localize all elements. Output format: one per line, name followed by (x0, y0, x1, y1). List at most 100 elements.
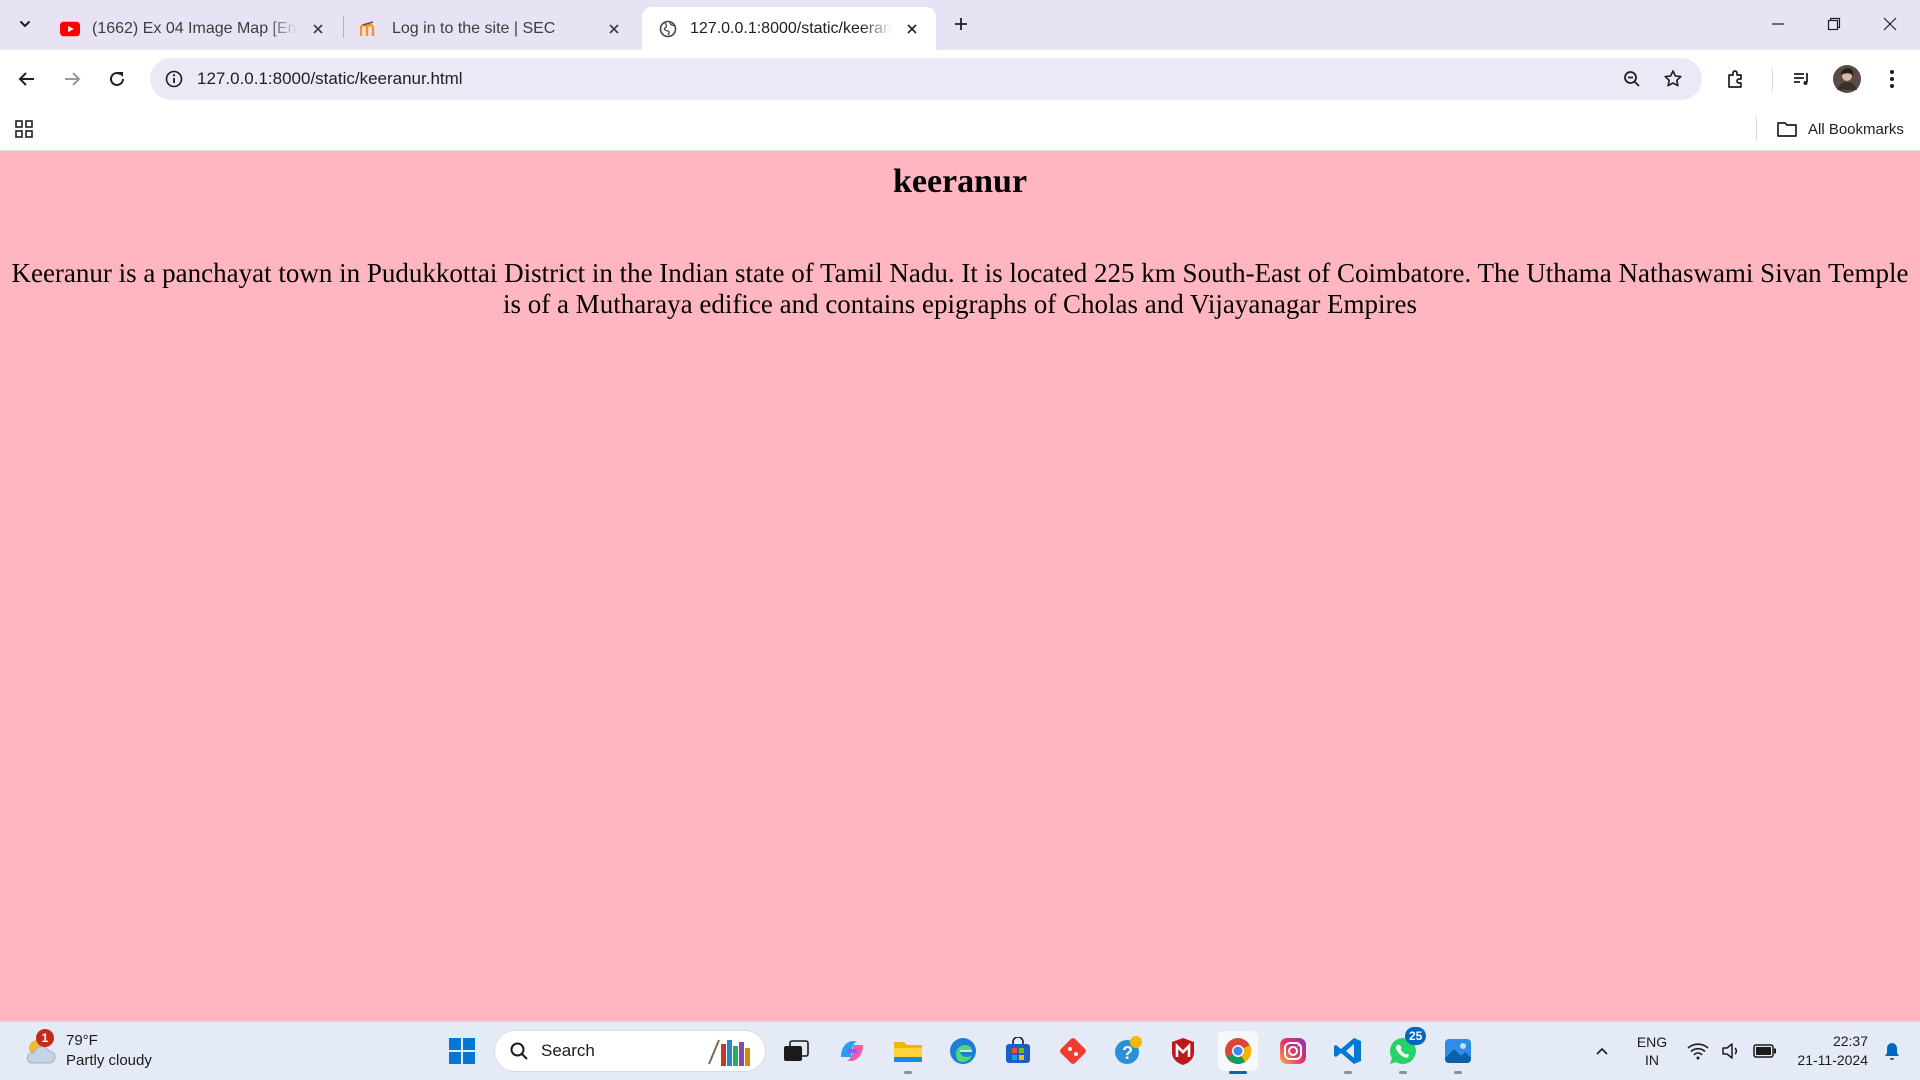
weather-widget[interactable]: 1 79°F Partly cloudy (22, 1028, 152, 1074)
speaker-icon (1722, 1043, 1738, 1059)
git-icon (1060, 1038, 1086, 1064)
tab-title: (1662) Ex 04 Image Map [English] (92, 19, 298, 37)
page-title: keeranur (892, 163, 1028, 200)
taskbar: 1 79°F Partly cloudy Search ? 25 ENG IN … (0, 1021, 1920, 1080)
whatsapp-badge: 25 (1405, 1027, 1427, 1045)
tab-sec-login[interactable]: Log in to the site | SEC (344, 7, 638, 50)
tab-youtube[interactable]: (1662) Ex 04 Image Map [English] (44, 7, 342, 50)
close-icon[interactable] (902, 19, 922, 39)
restore-button[interactable] (1806, 0, 1862, 48)
chevron-down-icon (20, 21, 30, 28)
arrow-left-icon (18, 72, 34, 86)
weather-condition: Partly cloudy (66, 1052, 152, 1069)
tab-search-button[interactable] (10, 9, 40, 39)
back-button[interactable] (9, 61, 45, 97)
page-viewport: keeranur Keeranur is a panchayat town in… (0, 151, 1920, 1021)
taskbar-search[interactable]: Search (494, 1030, 766, 1072)
language-primary: ENG (1636, 1034, 1668, 1050)
language-indicator[interactable]: ENG IN (1630, 1030, 1674, 1072)
media-queue-icon (1794, 73, 1808, 85)
restore-icon (1827, 17, 1841, 31)
running-indicator (1454, 1071, 1462, 1074)
wifi-icon (1687, 1043, 1709, 1060)
start-button[interactable] (442, 1031, 482, 1071)
menu-button[interactable] (1874, 61, 1910, 97)
address-bar[interactable]: 127.0.0.1:8000/static/keeranur.html (150, 58, 1702, 100)
profile-button[interactable] (1829, 61, 1865, 97)
running-indicator (1344, 1071, 1352, 1074)
instagram-button[interactable] (1273, 1031, 1313, 1071)
avatar (1833, 65, 1861, 93)
photos-button[interactable] (1438, 1031, 1478, 1074)
extensions-button[interactable] (1718, 61, 1754, 97)
minimize-icon (1772, 23, 1784, 25)
globe-icon (658, 19, 678, 39)
apps-grid-icon[interactable] (12, 117, 36, 141)
tab-title: Log in to the site | SEC (392, 19, 556, 37)
clock-date: 21-11-2024 (1797, 1052, 1868, 1068)
close-icon (1883, 17, 1897, 31)
help-icon: ? (1115, 1036, 1142, 1064)
store-button[interactable] (998, 1031, 1038, 1071)
arrow-right-icon (65, 72, 81, 86)
tab-title: 127.0.0.1:8000/static/keeranur.html (690, 19, 892, 37)
close-window-button[interactable] (1862, 0, 1918, 48)
whatsapp-button[interactable]: 25 (1383, 1027, 1427, 1074)
copilot-icon (841, 1041, 863, 1061)
mcafee-icon (1172, 1038, 1194, 1065)
plus-icon (955, 18, 967, 30)
site-info-icon[interactable] (162, 67, 186, 91)
copilot-button[interactable] (832, 1031, 872, 1071)
chrome-icon (1225, 1038, 1252, 1064)
quick-settings-button[interactable] (1682, 1030, 1782, 1072)
puzzle-icon (1728, 70, 1742, 88)
store-icon (1006, 1037, 1030, 1063)
help-button[interactable]: ? (1108, 1031, 1148, 1071)
media-controls-button[interactable] (1784, 61, 1820, 97)
books-widget-icon (708, 1039, 750, 1066)
zoom-icon[interactable] (1620, 67, 1644, 91)
all-bookmarks-button[interactable]: All Bookmarks (1776, 116, 1904, 142)
minimize-button[interactable] (1750, 0, 1806, 48)
edge-icon (950, 1038, 976, 1064)
tab-keeranur[interactable]: 127.0.0.1:8000/static/keeranur.html (642, 7, 936, 50)
svg-text:?: ? (1122, 1043, 1133, 1063)
clock-time: 22:37 (1832, 1033, 1868, 1049)
more-vertical-icon (1890, 70, 1894, 88)
chrome-button[interactable] (1218, 1031, 1258, 1074)
vscode-button[interactable] (1328, 1031, 1368, 1074)
all-bookmarks-label: All Bookmarks (1808, 120, 1904, 138)
clock[interactable]: 22:37 21-11-2024 (1786, 1030, 1868, 1072)
notifications-button[interactable] (1874, 1030, 1910, 1072)
reload-button[interactable] (99, 61, 135, 97)
chevron-up-icon (1596, 1047, 1608, 1055)
bookmarks-bar: All Bookmarks (0, 108, 1920, 151)
tab-strip: (1662) Ex 04 Image Map [English] Log in … (0, 0, 1920, 50)
new-tab-button[interactable] (948, 11, 974, 37)
running-indicator (904, 1071, 912, 1074)
git-button[interactable] (1053, 1031, 1093, 1071)
url-text[interactable]: 127.0.0.1:8000/static/keeranur.html (197, 69, 463, 89)
forward-button[interactable] (54, 61, 90, 97)
partly-cloudy-icon: 1 (22, 1029, 58, 1069)
close-icon[interactable] (308, 19, 328, 39)
task-view-icon (784, 1040, 809, 1061)
weather-badge: 1 (36, 1029, 54, 1047)
bookmarks-divider (1756, 117, 1757, 141)
bookmark-star-icon[interactable] (1661, 67, 1685, 91)
show-hidden-icons-button[interactable] (1586, 1030, 1618, 1072)
search-icon (510, 1042, 528, 1060)
task-view-button[interactable] (776, 1031, 816, 1071)
mcafee-button[interactable] (1163, 1031, 1203, 1071)
file-explorer-icon (894, 1042, 922, 1062)
running-indicator (1399, 1071, 1407, 1074)
running-indicator (1229, 1071, 1247, 1074)
close-icon[interactable] (604, 19, 624, 39)
browser-toolbar: 127.0.0.1:8000/static/keeranur.html (0, 50, 1920, 108)
edge-button[interactable] (943, 1031, 983, 1071)
battery-icon (1753, 1044, 1776, 1058)
weather-temp: 79°F (66, 1032, 98, 1049)
file-explorer-button[interactable] (888, 1031, 928, 1074)
youtube-icon (60, 19, 80, 39)
page-paragraph: Keeranur is a panchayat town in Pudukkot… (11, 258, 1909, 319)
